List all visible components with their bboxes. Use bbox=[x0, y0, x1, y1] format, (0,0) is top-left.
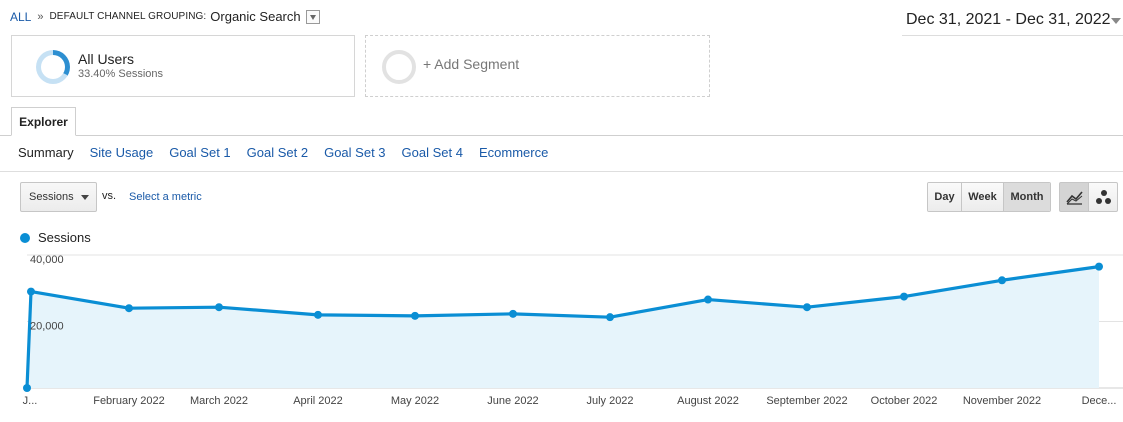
subtab-summary[interactable]: Summary bbox=[18, 145, 74, 160]
chart-legend: Sessions bbox=[20, 230, 91, 245]
x-tick-label-2: March 2022 bbox=[190, 395, 248, 407]
motion-chart-view-button[interactable] bbox=[1088, 182, 1118, 212]
x-tick-label-8: September 2022 bbox=[766, 395, 847, 407]
add-segment-card[interactable]: + Add Segment bbox=[365, 35, 710, 97]
sessions-point-9 bbox=[803, 303, 811, 312]
x-tick-label-6: July 2022 bbox=[586, 395, 633, 407]
subtab-site-usage[interactable]: Site Usage bbox=[90, 145, 154, 160]
line-chart-view-button[interactable] bbox=[1059, 182, 1089, 212]
granularity-toggle: Day Week Month bbox=[927, 182, 1051, 212]
empty-segment-ring-icon bbox=[382, 50, 416, 84]
x-tick-label-4: May 2022 bbox=[391, 395, 439, 407]
breadcrumb-value: Organic Search bbox=[210, 9, 301, 24]
report-subtabs: Summary Site Usage Goal Set 1 Goal Set 2… bbox=[18, 145, 564, 160]
sessions-point-7 bbox=[606, 313, 614, 322]
subtab-ecommerce[interactable]: Ecommerce bbox=[479, 145, 548, 160]
sessions-point-1 bbox=[27, 287, 35, 296]
chevron-down-icon bbox=[1111, 18, 1121, 24]
breadcrumb-dimension: DEFAULT CHANNEL GROUPING: bbox=[49, 11, 207, 22]
sessions-area bbox=[27, 266, 1099, 388]
metric-select-value: Sessions bbox=[29, 191, 74, 203]
segment-title: All Users bbox=[78, 51, 135, 67]
legend-dot-sessions bbox=[20, 232, 30, 243]
sessions-point-3 bbox=[215, 303, 223, 312]
segment-card-all-users[interactable]: All Users 33.40% Sessions bbox=[11, 35, 355, 97]
legend-label-sessions: Sessions bbox=[38, 230, 91, 245]
sessions-point-0 bbox=[23, 384, 31, 392]
subtab-goal-set-3[interactable]: Goal Set 3 bbox=[324, 145, 385, 160]
y-tick-label-0: 40,000 bbox=[30, 254, 64, 266]
breadcrumb-separator: » bbox=[37, 10, 44, 23]
tab-explorer[interactable]: Explorer bbox=[11, 107, 76, 136]
select-metric-link[interactable]: Select a metric bbox=[129, 191, 202, 203]
sessions-point-2 bbox=[125, 304, 133, 313]
x-tick-label-7: August 2022 bbox=[677, 395, 739, 407]
x-tick-label-10: November 2022 bbox=[963, 395, 1041, 407]
x-tick-label-9: October 2022 bbox=[871, 395, 938, 407]
breadcrumb: ALL » DEFAULT CHANNEL GROUPING: Organic … bbox=[10, 9, 320, 24]
date-range-picker[interactable]: Dec 31, 2021 - Dec 31, 2022 bbox=[902, 8, 1123, 36]
granularity-day-button[interactable]: Day bbox=[928, 183, 962, 211]
granularity-month-button[interactable]: Month bbox=[1004, 183, 1050, 211]
granularity-week-button[interactable]: Week bbox=[962, 183, 1004, 211]
chevron-down-icon bbox=[81, 195, 89, 200]
line-chart-icon bbox=[1066, 191, 1083, 205]
segment-share-ring-icon bbox=[36, 50, 70, 84]
vs-label: vs. bbox=[102, 190, 117, 202]
breadcrumb-dropdown-icon[interactable] bbox=[305, 9, 320, 24]
sessions-point-12 bbox=[1095, 262, 1103, 271]
segment-subtitle: 33.40% Sessions bbox=[78, 68, 163, 80]
subtab-divider bbox=[0, 171, 1123, 172]
tab-divider bbox=[0, 135, 1123, 136]
subtab-goal-set-2[interactable]: Goal Set 2 bbox=[247, 145, 308, 160]
subtab-goal-set-1[interactable]: Goal Set 1 bbox=[169, 145, 230, 160]
add-segment-label: + Add Segment bbox=[423, 56, 520, 72]
date-range-label: Dec 31, 2021 - Dec 31, 2022 bbox=[906, 11, 1111, 28]
sessions-point-8 bbox=[704, 295, 712, 304]
motion-chart-icon bbox=[1096, 190, 1111, 204]
sessions-chart: 40,000 20,000 J... February 2022 March 2022 A… bbox=[23, 254, 1123, 407]
sessions-point-10 bbox=[900, 292, 908, 301]
metric-select[interactable]: Sessions bbox=[20, 182, 97, 212]
x-tick-label-11: Dece... bbox=[1082, 395, 1117, 407]
y-tick-label-1: 20,000 bbox=[30, 321, 64, 333]
sessions-point-4 bbox=[314, 310, 322, 319]
sessions-point-11 bbox=[998, 276, 1006, 285]
subtab-goal-set-4[interactable]: Goal Set 4 bbox=[402, 145, 463, 160]
sessions-point-6 bbox=[509, 309, 517, 318]
x-tick-label-3: April 2022 bbox=[293, 395, 343, 407]
x-tick-label-5: June 2022 bbox=[487, 395, 538, 407]
breadcrumb-all-link[interactable]: ALL bbox=[10, 10, 31, 24]
sessions-point-5 bbox=[411, 311, 419, 320]
x-tick-label-1: February 2022 bbox=[93, 395, 165, 407]
x-tick-label-0: J... bbox=[23, 395, 38, 407]
